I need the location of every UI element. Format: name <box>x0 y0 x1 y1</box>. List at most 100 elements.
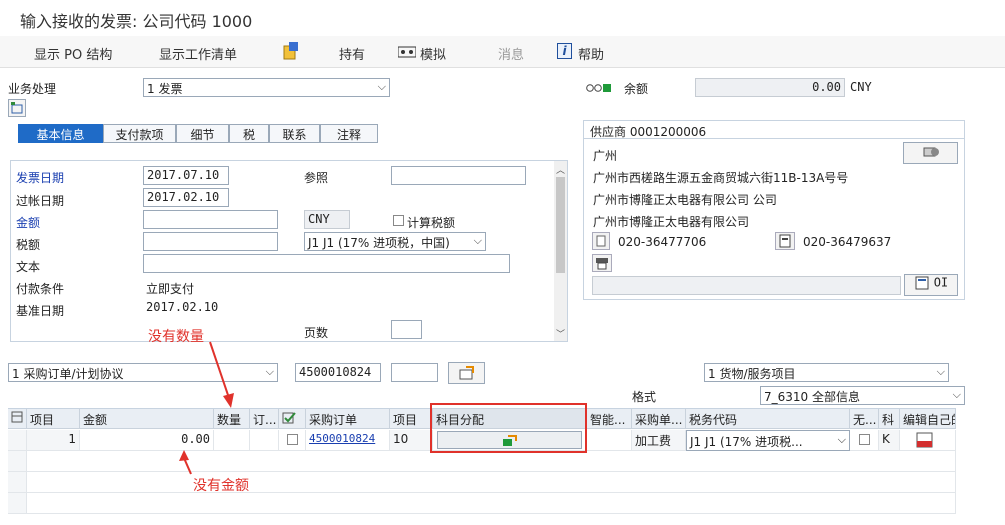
cell-check-checkbox[interactable] <box>279 430 306 451</box>
cell-k: K <box>879 430 900 451</box>
posting-date-label: 过帐日期 <box>16 194 65 208</box>
po-number-field[interactable]: 4500010824 <box>295 363 381 382</box>
show-worklist-button[interactable]: 显示工作清单 <box>159 44 237 63</box>
reference-type-select[interactable]: 1 采购订单/计划协议 ⌵ <box>8 363 278 382</box>
balance-field: 0.00 <box>695 78 845 97</box>
reference-label: 参照 <box>304 171 329 185</box>
col-po[interactable]: 采购订单 <box>306 409 390 429</box>
row-selector[interactable] <box>8 472 27 493</box>
help-icon: i <box>557 43 572 59</box>
scroll-up-icon[interactable]: ︿ <box>556 163 565 176</box>
item-type-value: 1 货物/服务项目 <box>708 367 796 381</box>
tax-amount-field[interactable] <box>143 232 278 251</box>
table-row-empty <box>27 451 956 472</box>
business-select[interactable]: 1 发票 ⌵ <box>143 78 390 97</box>
tab-notes[interactable]: 注释 <box>320 124 378 143</box>
layout-label: 格式 <box>632 390 657 404</box>
vendor-edit-button[interactable] <box>903 142 958 164</box>
col-item[interactable]: 项目 <box>27 409 80 429</box>
item-type-select[interactable]: 1 货物/服务项目 ⌵ <box>704 363 949 382</box>
hold-doc-icon[interactable] <box>283 42 299 60</box>
tab-basic[interactable]: 基本信息 <box>18 124 103 143</box>
transfer-po-button[interactable] <box>448 362 485 384</box>
text-field[interactable] <box>143 254 510 273</box>
col-check[interactable] <box>279 409 306 429</box>
tax-code-select[interactable]: J1 J1 (17% 进项税，中国) ⌵ <box>304 232 486 251</box>
col-po-item[interactable]: 项目 <box>390 409 433 429</box>
col-quantity[interactable]: 数量 <box>214 409 250 429</box>
chevron-down-icon: ⌵ <box>952 388 961 401</box>
cell-quantity[interactable] <box>214 430 250 451</box>
invoice-date-field[interactable]: 2017.07.10 <box>143 166 229 185</box>
vendor-title: 供应商 0001200006 <box>590 125 707 139</box>
cell-tax-code[interactable]: J1 J1 (17% 进项税... ⌵ <box>686 430 850 451</box>
col-edit-own[interactable]: 编辑自己的 <box>900 409 956 429</box>
cell-edit-own[interactable] <box>900 430 956 451</box>
vendor-bank-field <box>592 276 901 295</box>
row-selector[interactable] <box>8 430 27 451</box>
page-label: 页数 <box>304 326 329 340</box>
col-smart[interactable]: 智能... <box>587 409 632 429</box>
calendar-100-icon <box>916 432 933 448</box>
open-items-button[interactable]: OI <box>904 274 958 296</box>
col-order-unit[interactable]: 订... <box>250 409 279 429</box>
row-selector[interactable] <box>8 493 27 514</box>
page-field[interactable] <box>391 320 422 339</box>
tab-tax[interactable]: 税 <box>229 124 269 143</box>
payment-terms-value: 立即支付 <box>146 282 195 296</box>
tax-amount-label: 税额 <box>16 238 41 252</box>
col-k[interactable]: 科 <box>879 409 900 429</box>
basic-data-panel <box>10 160 568 342</box>
vendor-phone: 020-36477706 <box>618 235 707 249</box>
vendor-name2: 广州市博隆正太电器有限公司 <box>593 215 750 229</box>
col-tax-code[interactable]: 税务代码 <box>686 409 850 429</box>
help-button[interactable]: 帮助 <box>578 44 604 63</box>
annotation-highlight-box <box>430 403 587 453</box>
annotation-no-quantity: 没有数量 <box>148 329 204 345</box>
cell-smart[interactable] <box>587 430 632 451</box>
reference-type-value: 1 采购订单/计划协议 <box>12 367 124 381</box>
open-items-label: OI <box>933 275 949 290</box>
cell-po-link[interactable]: 4500010824 <box>306 430 390 451</box>
simulate-button[interactable]: 模拟 <box>420 44 446 63</box>
hold-button[interactable]: 持有 <box>339 44 365 63</box>
business-value: 1 发票 <box>147 82 183 96</box>
amount-field[interactable] <box>143 210 278 229</box>
annotation-no-amount: 没有金额 <box>193 478 249 494</box>
baseline-date-label: 基准日期 <box>16 304 65 318</box>
calc-tax-checkbox[interactable] <box>393 213 404 227</box>
chevron-down-icon: ⌵ <box>837 433 846 446</box>
reference-field[interactable] <box>391 166 526 185</box>
balance-label: 余额 <box>624 82 649 96</box>
layout-toggle-icon[interactable] <box>8 99 26 117</box>
row-selector[interactable] <box>8 451 27 472</box>
print-icon[interactable] <box>592 254 612 272</box>
scroll-down-icon[interactable]: ﹀ <box>556 327 565 340</box>
col-purchase-unit[interactable]: 采购单... <box>632 409 686 429</box>
po-item-field[interactable] <box>391 363 438 382</box>
layout-value: 7_6310 全部信息 <box>764 390 860 404</box>
business-label: 业务处理 <box>8 82 57 96</box>
annotation-arrow-quantity <box>209 341 234 408</box>
vendor-address: 广州市西槎路生源五金商贸城六街11B-13A号号 <box>593 171 849 185</box>
cell-order-unit[interactable] <box>250 430 279 451</box>
amount-currency-field[interactable]: CNY <box>304 210 350 229</box>
col-amount[interactable]: 金额 <box>80 409 214 429</box>
layout-select[interactable]: 7_6310 全部信息 ⌵ <box>760 386 965 405</box>
show-po-structure-button[interactable]: 显示 PO 结构 <box>34 44 112 63</box>
tab-details[interactable]: 细节 <box>176 124 229 143</box>
baseline-date-value: 2017.02.10 <box>146 300 219 314</box>
cell-none-checkbox[interactable] <box>850 430 879 451</box>
select-all-icon[interactable] <box>8 409 27 429</box>
messages-button[interactable]: 消息 <box>498 44 524 63</box>
vendor-settings-icon <box>923 147 939 157</box>
toolbar: 显示 PO 结构 显示工作清单 持有 模拟 消息 i 帮助 <box>0 36 1005 68</box>
col-none[interactable]: 无... <box>850 409 879 429</box>
tab-contact[interactable]: 联系 <box>269 124 320 143</box>
scrollbar-thumb[interactable] <box>556 177 565 273</box>
tax-code-value: J1 J1 (17% 进项税，中国) <box>308 236 450 250</box>
phone-icon <box>592 232 610 250</box>
tab-payment[interactable]: 支付款项 <box>103 124 176 143</box>
posting-date-field[interactable]: 2017.02.10 <box>143 188 229 207</box>
calc-tax-label: 计算税额 <box>407 216 456 230</box>
